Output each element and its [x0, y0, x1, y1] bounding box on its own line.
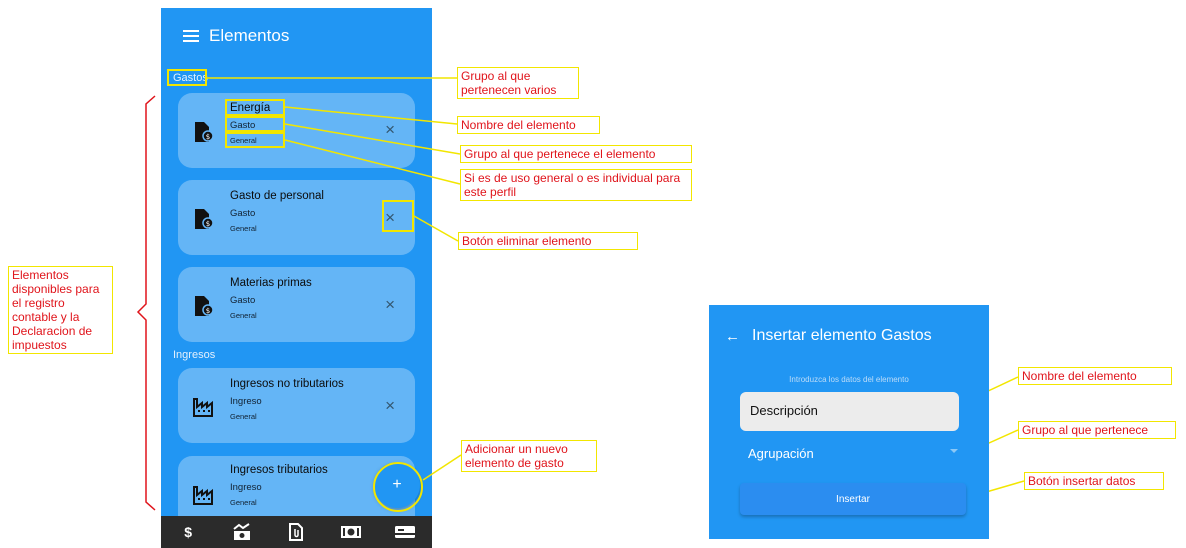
note-delete-button: Botón eliminar elemento	[458, 232, 638, 250]
chevron-down-icon	[950, 449, 958, 453]
note-element-name: Nombre del elemento	[457, 116, 600, 134]
note-element-group: Grupo al que pertenece el elemento	[460, 145, 692, 163]
note-add-new: Adicionar un nuevo elemento de gasto	[461, 440, 597, 472]
grouping-select-value: Agrupación	[748, 446, 814, 461]
description-input[interactable]: Descripción	[740, 392, 959, 431]
insert-button[interactable]: Insertar	[740, 483, 966, 515]
note-insert-button: Botón insertar datos	[1024, 472, 1164, 490]
form-hint: Introduzca los datos del elemento	[789, 375, 909, 384]
note-available-elements: Elementos disponibles para el registro c…	[8, 266, 113, 354]
insert-element-screen: ← Insertar elemento Gastos Introduzca lo…	[709, 305, 989, 539]
note-name-field: Nombre del elemento	[1018, 367, 1172, 385]
app-bar: ← Insertar elemento Gastos	[725, 327, 932, 345]
note-general-or-individual: Si es de uso general o es individual par…	[460, 169, 692, 201]
page-title: Insertar elemento Gastos	[752, 327, 932, 344]
grouping-select[interactable]: Agrupación	[740, 439, 966, 467]
note-group-field: Grupo al que pertenece	[1018, 421, 1176, 439]
note-group-various: Grupo al que pertenecen varios	[457, 67, 579, 99]
back-arrow-icon[interactable]: ←	[725, 328, 740, 345]
